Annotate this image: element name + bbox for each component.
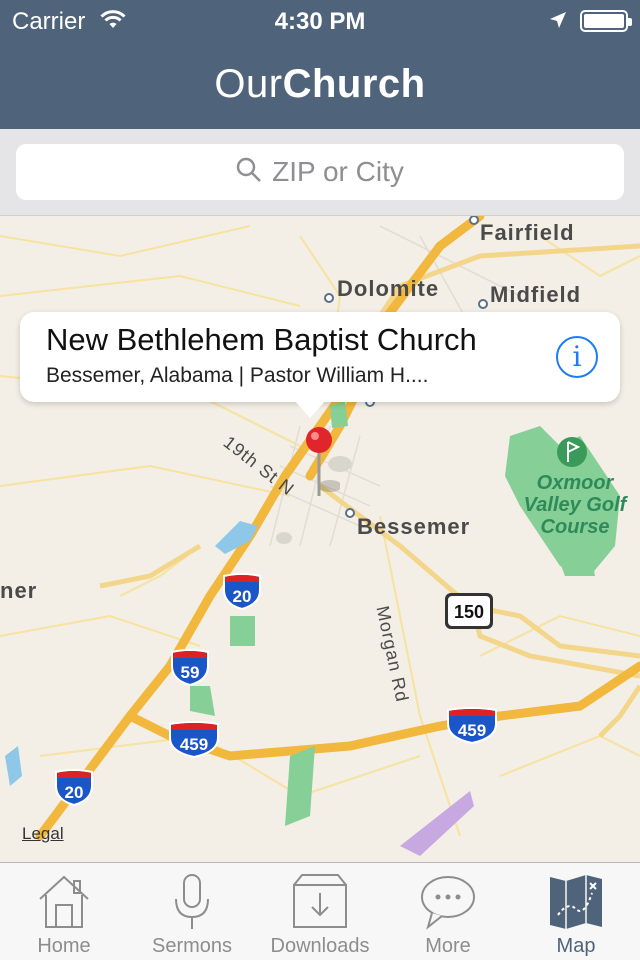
callout-title: New Bethlehem Baptist Church <box>46 322 477 357</box>
tab-label-home: Home <box>37 935 91 957</box>
tab-more[interactable]: More <box>384 863 512 960</box>
tab-downloads[interactable]: Downloads <box>256 863 384 960</box>
place-label-bessemer: Bessemer <box>357 514 471 539</box>
place-label-dolomite: Dolomite <box>337 276 440 301</box>
location-callout[interactable]: New Bethlehem Baptist Church Bessemer, A… <box>20 312 620 402</box>
tab-map[interactable]: Map <box>512 863 640 960</box>
home-icon <box>34 871 94 931</box>
map-pin[interactable] <box>300 424 340 504</box>
tab-sermons[interactable]: Sermons <box>128 863 256 960</box>
map-icon <box>546 871 606 931</box>
tab-label-sermons: Sermons <box>151 935 233 957</box>
place-label-midfield: Midfield <box>490 282 582 307</box>
location-arrow-icon <box>548 10 568 35</box>
svg-text:20: 20 <box>233 587 252 606</box>
park-label-oxmoor: Oxmoor Valley Golf Course <box>523 472 627 538</box>
nav-header: Carrier 4:30 PM OurChurch <box>0 0 640 129</box>
status-bar: Carrier 4:30 PM <box>0 0 640 40</box>
search-bar: ZIP or City <box>0 129 640 216</box>
interstate-shield-20: 20 <box>222 572 262 610</box>
interstate-shield-459-right: 459 <box>446 706 498 744</box>
tab-label-downloads: Downloads <box>270 935 370 957</box>
info-button[interactable]: i <box>556 336 598 378</box>
interstate-shield-459-left: 459 <box>168 720 220 758</box>
svg-text:459: 459 <box>458 721 486 740</box>
battery-icon <box>580 10 632 32</box>
info-icon: i <box>572 340 582 373</box>
interstate-shield-20-lower: 20 <box>54 768 94 806</box>
search-input[interactable]: ZIP or City <box>16 144 624 200</box>
app-title: OurChurch <box>214 62 426 106</box>
interstate-shield-59: 59 <box>170 648 210 686</box>
download-icon <box>290 871 350 931</box>
state-route-shield-150: 150 <box>444 592 494 630</box>
place-label-fairfield: Fairfield <box>480 220 575 245</box>
microphone-icon <box>162 871 222 931</box>
svg-text:150: 150 <box>454 602 484 622</box>
tab-home[interactable]: Home <box>0 863 128 960</box>
legal-link[interactable]: Legal <box>22 824 64 844</box>
svg-text:459: 459 <box>180 735 208 754</box>
tab-bar: Home Sermons Downloads More Map <box>0 862 640 960</box>
tab-label-more: More <box>425 935 471 957</box>
callout-subtitle: Bessemer, Alabama | Pastor William H.... <box>46 364 429 387</box>
svg-text:20: 20 <box>65 783 84 802</box>
tab-label-map: Map <box>556 935 596 957</box>
search-icon <box>236 157 262 188</box>
search-placeholder: ZIP or City <box>272 156 404 187</box>
chat-bubble-icon <box>418 871 478 931</box>
callout-pointer <box>294 400 326 418</box>
svg-text:59: 59 <box>181 663 200 682</box>
clock: 4:30 PM <box>274 8 366 35</box>
map-view[interactable]: Fairfield Dolomite Midfield Bessemer ner… <box>0 216 640 862</box>
place-label-partial: ner <box>0 578 38 603</box>
